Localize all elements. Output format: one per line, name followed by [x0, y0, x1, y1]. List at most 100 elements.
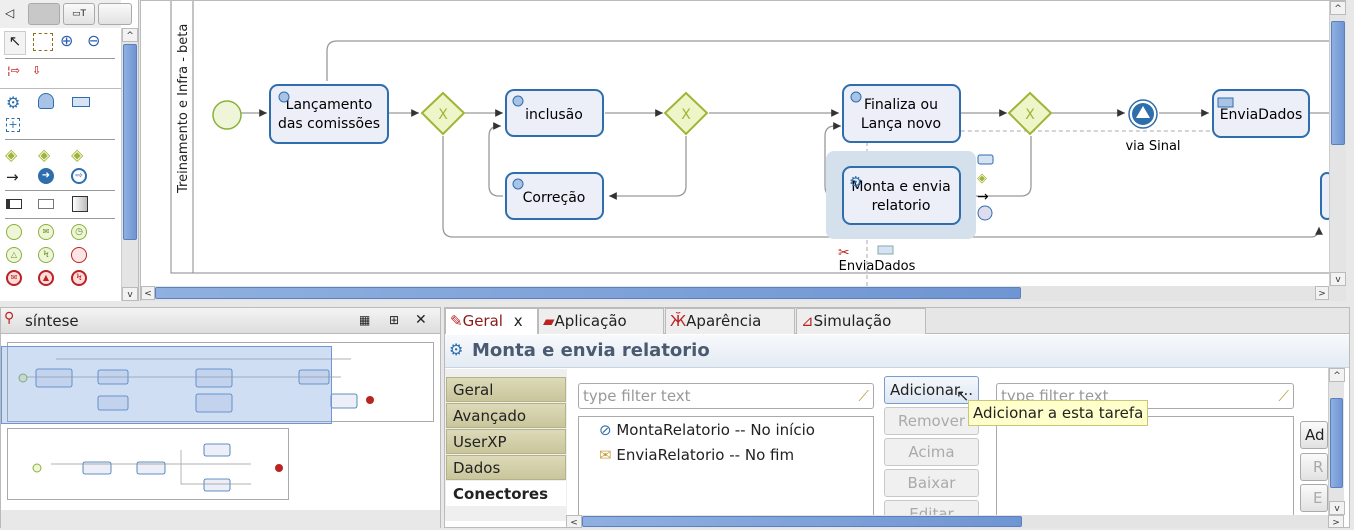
side-tab-userxp[interactable]: UserXP [446, 429, 566, 454]
start-event-icon[interactable] [6, 224, 22, 240]
svg-text:X: X [681, 107, 691, 123]
close-icon[interactable]: ✕ [415, 312, 427, 328]
task-correcao[interactable]: Correção [505, 172, 604, 220]
pointer-icon[interactable]: ↖ [4, 31, 26, 55]
signal-label: via Sinal [1125, 139, 1180, 154]
task-finaliza[interactable]: Finaliza ou Lança novo [842, 84, 961, 143]
inclusive-gateway-icon[interactable]: ◈ [71, 145, 83, 164]
lasso-select-icon[interactable] [33, 33, 53, 51]
connector-list[interactable]: ⊘ MontaRelatorio -- No início ✉ EnviaRel… [578, 416, 874, 521]
gateway-3: X [1007, 91, 1053, 136]
palette: ◁ ▭T ↖ ⊕ ⊖ ¦⇨ ⇩ ⚙ + ◈ ◈ ◈ → ➜ ⇨ ✉ ◷ △ Ϟ … [0, 0, 139, 301]
side-tab-avancado[interactable]: Avançado [446, 403, 566, 428]
human-task-icon[interactable] [38, 93, 54, 109]
parallel-gateway-icon[interactable]: ◈ [5, 145, 17, 164]
overview-viewport[interactable] [1, 346, 332, 424]
error-end-icon[interactable]: Ϟ [71, 270, 87, 286]
signal-start-icon[interactable]: △ [6, 247, 22, 263]
task-monta-selected[interactable]: Monta e envia relatorio ⚙ [842, 166, 961, 225]
tree-icon[interactable]: ⊞ [389, 313, 399, 327]
gateway-2: X [663, 91, 709, 136]
end-event-icon[interactable] [71, 247, 87, 263]
svg-text:inclusão: inclusão [525, 107, 583, 123]
svg-text:relatorio: relatorio [872, 198, 931, 214]
exclusive-gateway-icon[interactable]: ◈ [38, 145, 50, 164]
zoom-in-icon[interactable]: ⊕ [60, 31, 73, 50]
palette-scrollbar[interactable]: ^ v [121, 28, 138, 301]
down-button[interactable]: Baixar [884, 469, 979, 497]
side-tab-dados[interactable]: Dados [446, 455, 566, 480]
svg-text:EnviaDados: EnviaDados [1220, 107, 1303, 123]
svg-text:das comissões: das comissões [278, 116, 380, 132]
service-task-icon: ⚙ [849, 173, 862, 191]
simulation-icon: ⊿ [801, 312, 814, 330]
gateway-1: X [420, 91, 466, 136]
view-mode-2-button[interactable]: ▭T [63, 3, 95, 25]
svg-text:Finaliza ou: Finaliza ou [864, 97, 938, 113]
signal-end-icon[interactable]: ▲ [38, 270, 54, 286]
pool-label: Treinamento e Infra - beta [176, 24, 191, 194]
sequence-flow-icon[interactable]: → [6, 168, 19, 186]
tab-simulacao[interactable]: ⊿Simulação [796, 308, 926, 334]
add-right-button[interactable]: Ad [1300, 421, 1328, 449]
diagram-canvas[interactable]: Treinamento e Infra - beta Lançamento das… [140, 0, 1346, 301]
remove-right-button[interactable]: R [1300, 453, 1328, 481]
properties-title: Monta e envia relatorio [472, 340, 710, 361]
task-enviadados[interactable]: EnviaDados [1212, 89, 1310, 138]
call-activity-icon[interactable] [72, 97, 90, 107]
service-task-icon[interactable]: ⚙ [6, 93, 20, 112]
start-event [212, 100, 242, 130]
pool-icon[interactable] [6, 199, 22, 209]
human-task-icon [512, 178, 524, 190]
connector-icon: ⊘ [599, 421, 612, 439]
connector-label: EnviaDados [839, 259, 916, 274]
context-add-gateway-icon: ◈ [977, 171, 987, 186]
lane-tool-icon[interactable]: ¦⇨ [7, 64, 20, 77]
tab-aplicacao[interactable]: ▰Aplicação [538, 308, 664, 334]
application-icon: ▰ [543, 312, 555, 330]
message-end-icon[interactable]: ✉ [6, 270, 22, 286]
connector-icon [877, 245, 894, 255]
properties-hscrollbar[interactable]: < > [566, 515, 1344, 528]
connector-filter-input[interactable]: type filter text ⟋ [578, 383, 874, 409]
side-tab-conectores[interactable]: Conectores [446, 481, 566, 506]
link-catch-icon[interactable]: ⇨ [71, 168, 87, 184]
svg-text:Monta e envia: Monta e envia [851, 179, 950, 195]
task-lancamento[interactable]: Lançamento das comissões [269, 84, 389, 144]
remove-button[interactable]: Remover [884, 407, 979, 435]
tab-geral[interactable]: ✎Geral x [445, 308, 538, 334]
edit-right-button[interactable]: E [1300, 484, 1328, 512]
view-mode-3-button[interactable] [98, 3, 132, 25]
clear-filter-icon: ⟋ [1278, 387, 1289, 405]
canvas-hscrollbar[interactable]: < > [141, 286, 1346, 301]
link-throw-icon[interactable]: ➜ [38, 168, 54, 184]
human-task-icon [850, 91, 862, 103]
signal-throw-event [1128, 99, 1158, 129]
timer-start-icon[interactable]: ◷ [71, 224, 87, 240]
svg-text:Lança novo: Lança novo [861, 116, 941, 132]
zoom-out-icon[interactable]: ⊖ [87, 31, 100, 50]
human-task-icon [512, 95, 524, 107]
task-connector-list[interactable] [996, 416, 1294, 521]
message-start-icon[interactable]: ✉ [38, 224, 54, 240]
collapse-palette-icon[interactable]: ◁ [5, 6, 14, 20]
error-start-icon[interactable]: Ϟ [38, 247, 54, 263]
tab-aparencia[interactable]: ӁAparência [665, 308, 795, 334]
task-inclusao[interactable]: inclusão [505, 89, 604, 137]
close-tab-icon[interactable]: x [514, 312, 523, 330]
properties-vscrollbar[interactable]: ^ v [1328, 368, 1345, 515]
svg-text:Correção: Correção [523, 190, 586, 206]
side-tab-geral[interactable]: Geral [446, 377, 566, 402]
text-annotation-icon[interactable] [72, 196, 88, 212]
overview-title: síntese [25, 312, 79, 330]
subprocess-icon[interactable]: + [6, 118, 20, 132]
pin-icon[interactable]: ▦ [359, 313, 370, 327]
list-item[interactable]: ⊘ MontaRelatorio -- No início [599, 421, 815, 439]
lane-icon[interactable] [38, 199, 54, 209]
list-item[interactable]: ✉ EnviaRelatorio -- No fim [599, 446, 794, 464]
canvas-vscrollbar[interactable]: ^ v [1329, 1, 1346, 286]
view-mode-1-button[interactable] [28, 3, 60, 25]
clear-filter-icon: ⟋ [858, 387, 869, 405]
up-button[interactable]: Acima [884, 438, 979, 466]
pool-tool-icon[interactable]: ⇩ [32, 64, 41, 77]
